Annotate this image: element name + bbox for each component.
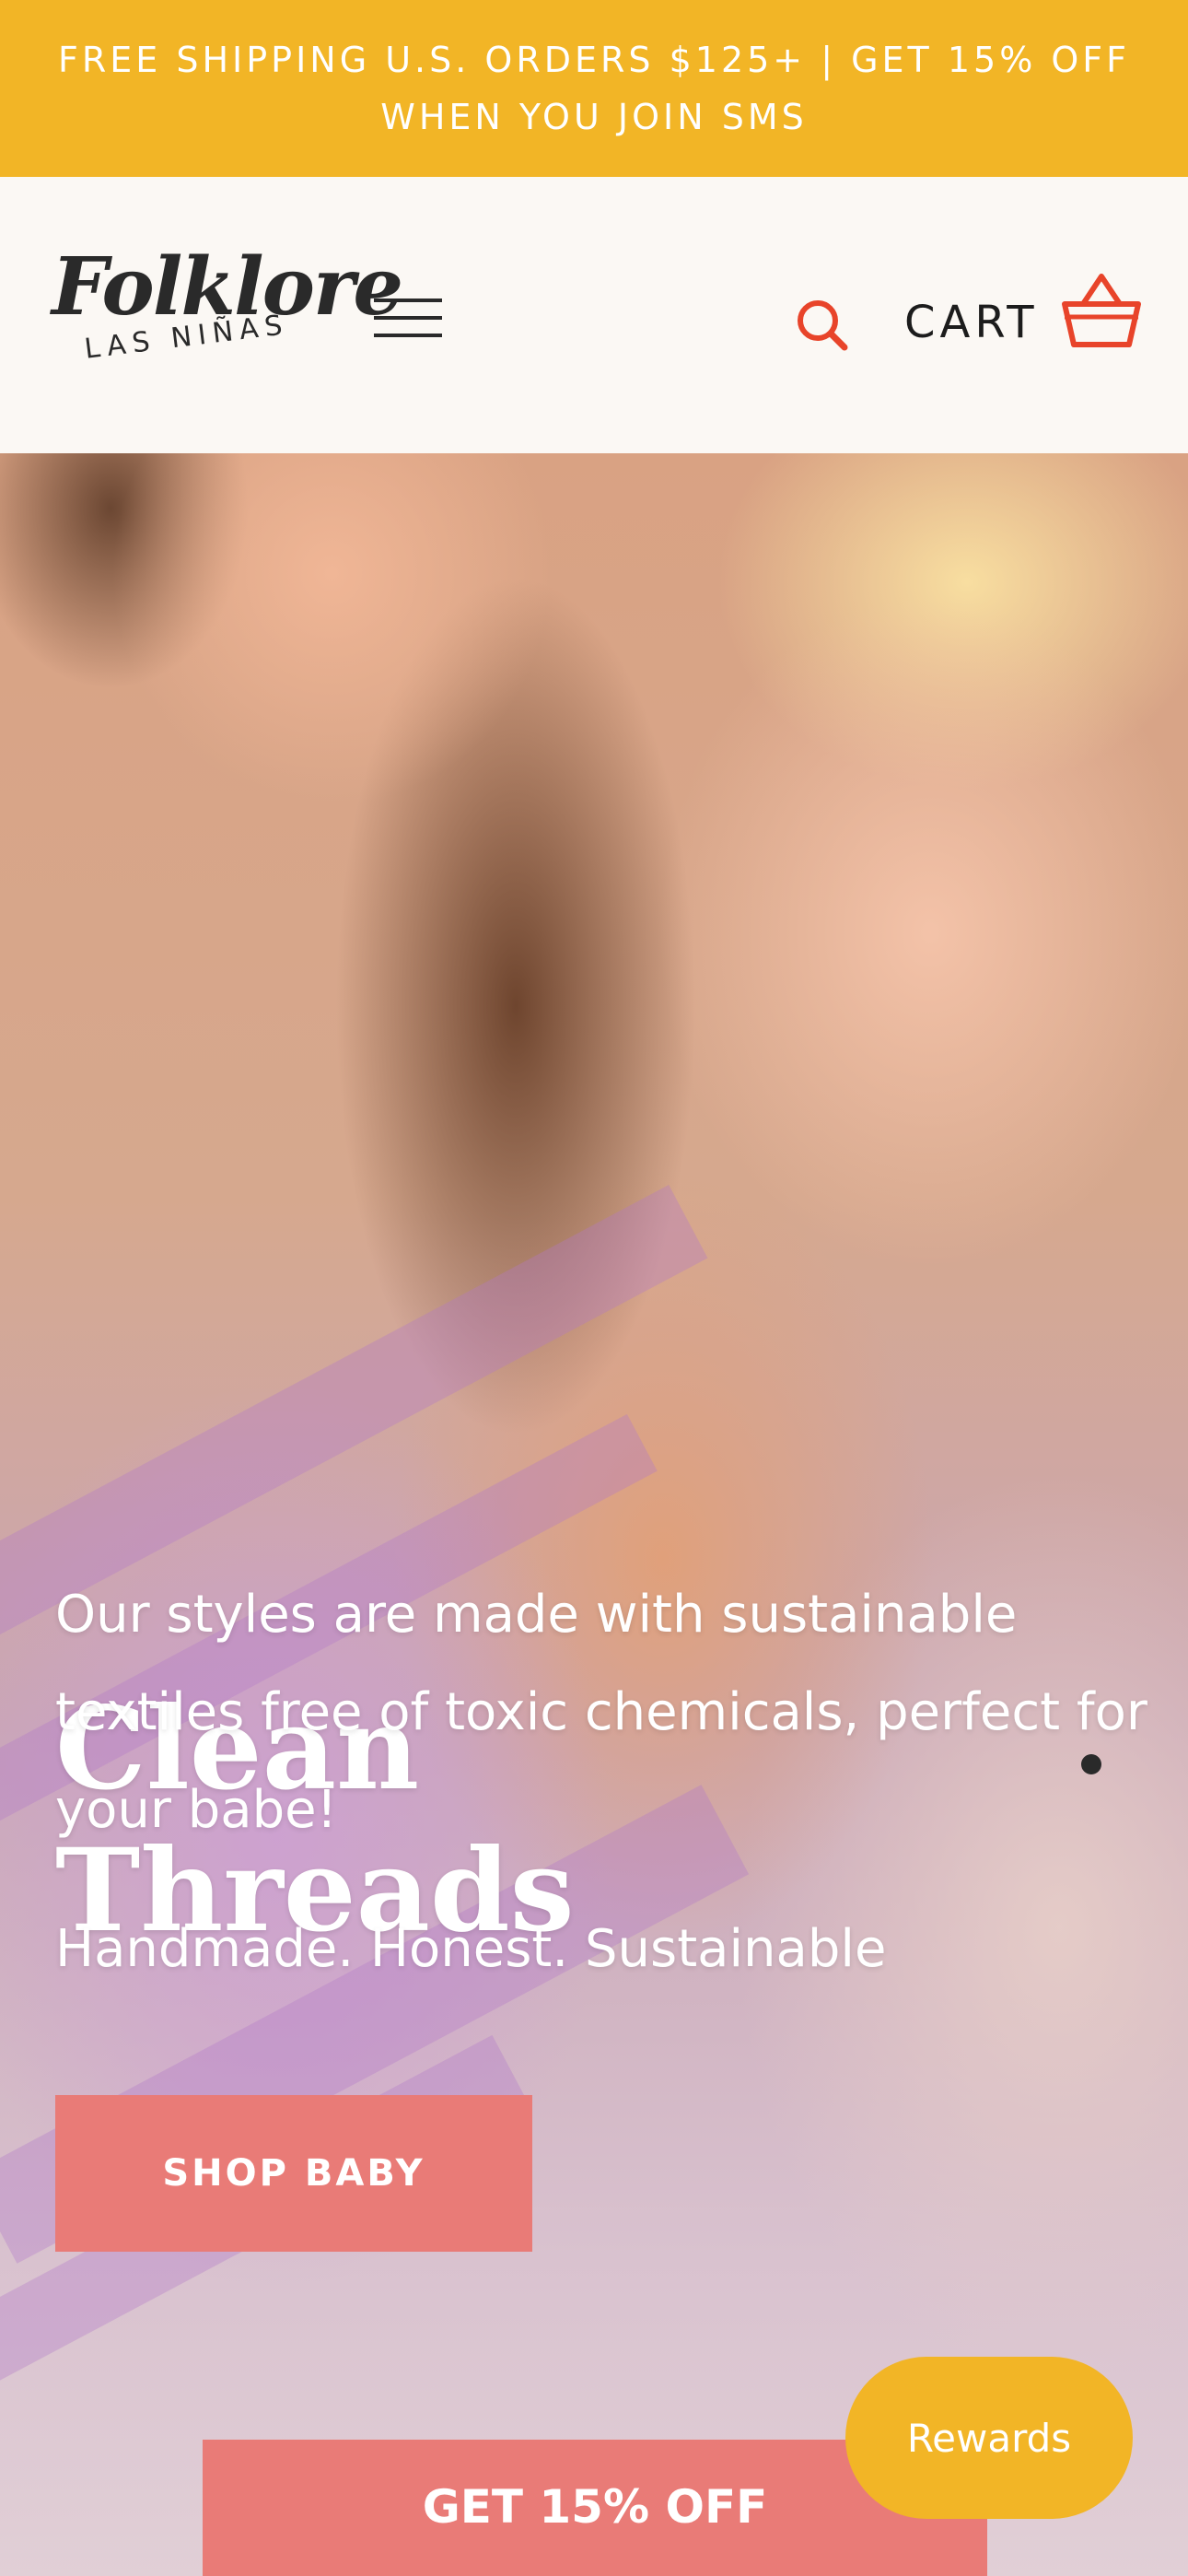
rewards-button[interactable]: Rewards <box>845 2357 1133 2519</box>
hamburger-menu-icon[interactable] <box>374 299 442 339</box>
site-header: Folklore LAS NIÑAS CART <box>0 177 1188 453</box>
announcement-bar: FREE SHIPPING U.S. ORDERS $125+ | GET 15… <box>0 0 1188 177</box>
brand-logo[interactable]: Folklore LAS NIÑAS <box>52 241 403 389</box>
hero-banner: Clean Threads <box>0 453 1188 2576</box>
carousel-dot[interactable] <box>1081 1754 1101 1774</box>
hamburger-line <box>374 334 442 337</box>
shopping-basket-icon <box>1059 269 1144 354</box>
hero-tagline: Handmade. Honest. Sustainable <box>55 1919 887 1979</box>
announcement-line-1: FREE SHIPPING U.S. ORDERS $125+ | GET 15… <box>57 40 1131 80</box>
hamburger-line <box>374 299 442 302</box>
cart-label: CART <box>904 297 1039 348</box>
cart-button[interactable]: CART <box>904 269 1144 370</box>
hero-description: Our styles are made with sustainable tex… <box>55 1585 1147 1840</box>
announcement-line-2: WHEN YOU JOIN SMS <box>380 97 808 137</box>
shop-baby-button[interactable]: SHOP BABY <box>55 2095 532 2252</box>
hamburger-line <box>374 316 442 320</box>
search-icon[interactable] <box>794 297 851 354</box>
